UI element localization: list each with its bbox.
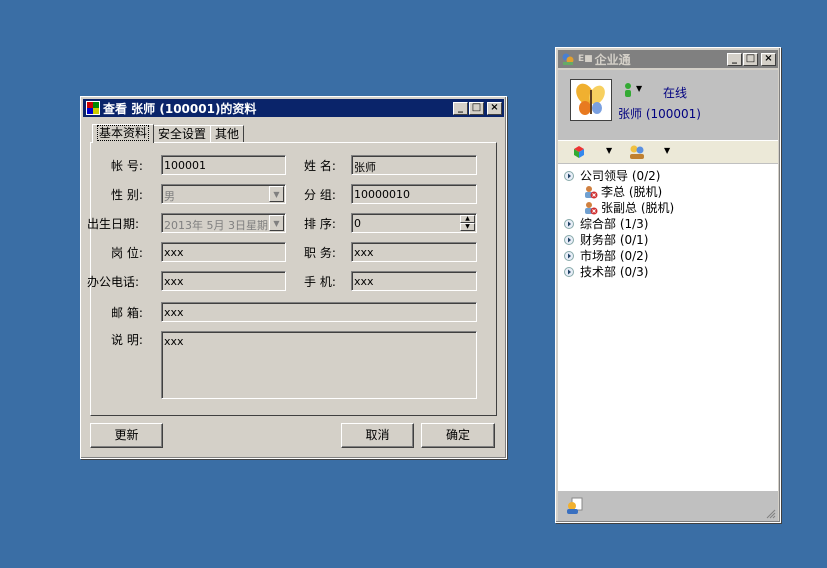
maximize-button[interactable]: □ (469, 101, 484, 115)
online-status-icon[interactable] (622, 82, 634, 98)
im-window-titlebar[interactable]: E■ 企业通 _ □ × (558, 50, 778, 68)
office-phone-field[interactable]: xxx (161, 271, 286, 291)
email-label: 邮 箱: (111, 306, 143, 320)
chevron-down-icon[interactable]: ▼ (269, 215, 284, 231)
gender-label: 性 别: (111, 188, 143, 202)
bottom-bar (558, 491, 778, 521)
expand-arrow-icon[interactable] (564, 171, 574, 181)
spin-down-icon[interactable]: ▼ (460, 223, 475, 231)
post-field[interactable]: xxx (161, 242, 286, 262)
im-logo-mark: E■ (578, 54, 593, 64)
birthday-value: 2013年 5月 3日星期 (164, 219, 268, 232)
offline-user-icon (585, 202, 598, 215)
ok-button[interactable]: 确定 (421, 423, 495, 448)
maximize-button[interactable]: □ (743, 52, 758, 66)
mobile-field[interactable]: xxx (351, 271, 477, 291)
chevron-down-icon[interactable]: ▼ (606, 146, 612, 155)
im-window-title: 企业通 (594, 52, 631, 67)
avatar[interactable] (570, 79, 612, 121)
cancel-button[interactable]: 取消 (341, 423, 414, 448)
chevron-down-icon[interactable]: ▼ (664, 146, 670, 155)
birthday-picker[interactable]: 2013年 5月 3日星期 ▼ (161, 213, 286, 233)
spin-up-icon[interactable]: ▲ (460, 215, 475, 223)
maximize-icon: □ (471, 102, 482, 113)
status-text[interactable]: 在线 (663, 84, 687, 101)
name-label: 姓 名: (304, 159, 336, 173)
account-field[interactable]: 100001 (161, 155, 286, 175)
post-label: 岗 位: (111, 246, 143, 260)
birthday-label: 出生日期: (87, 217, 140, 231)
app-icon (562, 53, 574, 65)
tree-group[interactable]: 市场部 (0/2) (564, 248, 649, 264)
email-field[interactable]: xxx (161, 302, 477, 322)
status-chevron-icon[interactable]: ▼ (636, 84, 642, 93)
chevron-down-icon[interactable]: ▼ (269, 186, 284, 202)
im-window: E■ 企业通 _ □ × ▼ 在线 张师 (100001) ▼ ▼ 公司领导 (… (555, 47, 781, 523)
app-icon (86, 101, 100, 115)
basic-info-panel: 帐 号: 100001 姓 名: 张师 性 别: 男 ▼ 分 组: 100000… (87, 142, 497, 416)
toolbar: ▼ ▼ (558, 140, 778, 163)
order-value: 0 (354, 217, 361, 230)
tree-user[interactable]: 张副总 (脱机) (584, 200, 674, 216)
user-name: 张师 (100001) (618, 107, 701, 121)
close-button[interactable]: × (487, 101, 502, 115)
duty-label: 职 务: (304, 246, 336, 260)
expand-arrow-icon[interactable] (564, 219, 574, 229)
close-icon: × (764, 53, 773, 64)
office-phone-label: 办公电话: (87, 275, 140, 289)
minimize-icon: _ (732, 53, 737, 64)
account-label: 帐 号: (111, 159, 143, 173)
gender-select[interactable]: 男 ▼ (161, 184, 286, 204)
tree-group[interactable]: 综合部 (1/3) (564, 216, 649, 232)
name-field[interactable]: 张师 (351, 155, 477, 175)
profile-dialog-title: 查看 张师 (100001)的资料 (103, 101, 257, 116)
resize-grip-icon[interactable] (764, 507, 776, 519)
group-label: 分 组: (304, 188, 336, 202)
minimize-button[interactable]: _ (727, 52, 742, 66)
note-label: 说 明: (111, 333, 143, 347)
mobile-label: 手 机: (304, 275, 336, 289)
close-icon: × (490, 102, 499, 113)
tab-security[interactable]: 安全设置 (153, 125, 212, 142)
offline-user-icon (585, 186, 598, 199)
minimize-icon: _ (458, 102, 463, 113)
minimize-button[interactable]: _ (453, 101, 468, 115)
tree-group[interactable]: 公司领导 (0/2) (564, 168, 661, 184)
colorful-cube-icon[interactable] (572, 145, 586, 159)
spin-buttons[interactable]: ▲ ▼ (460, 215, 475, 231)
system-menu-icon[interactable] (566, 497, 584, 515)
expand-arrow-icon[interactable] (564, 235, 574, 245)
maximize-icon: □ (745, 53, 756, 64)
duty-field[interactable]: xxx (351, 242, 477, 262)
tree-group[interactable]: 技术部 (0/3) (564, 264, 649, 280)
tree-group[interactable]: 财务部 (0/1) (564, 232, 649, 248)
expand-arrow-icon[interactable] (564, 251, 574, 261)
users-icon[interactable] (628, 144, 646, 160)
tab-strip: 基本资料 安全设置 其他 (92, 123, 245, 143)
order-stepper[interactable]: 0 ▲ ▼ (351, 213, 477, 233)
profile-dialog: 查看 张师 (100001)的资料 _ □ × 基本资料 安全设置 其他 帐 号… (80, 96, 507, 459)
contact-tree: 公司领导 (0/2) 李总 (脱机) 张副总 (脱机) 综合部 (1/3) 财务… (558, 164, 778, 491)
tab-other[interactable]: 其他 (210, 125, 245, 142)
order-label: 排 序: (304, 217, 336, 231)
expand-arrow-icon[interactable] (564, 267, 574, 277)
profile-dialog-titlebar[interactable]: 查看 张师 (100001)的资料 _ □ × (83, 99, 504, 117)
group-field[interactable]: 10000010 (351, 184, 477, 204)
gender-value: 男 (164, 190, 175, 203)
close-button[interactable]: × (761, 52, 776, 66)
note-textarea[interactable]: xxx (161, 331, 477, 399)
butterfly-icon (576, 83, 605, 115)
update-button[interactable]: 更新 (90, 423, 163, 448)
tree-user[interactable]: 李总 (脱机) (584, 184, 662, 200)
tab-basic-info[interactable]: 基本资料 (92, 124, 155, 143)
